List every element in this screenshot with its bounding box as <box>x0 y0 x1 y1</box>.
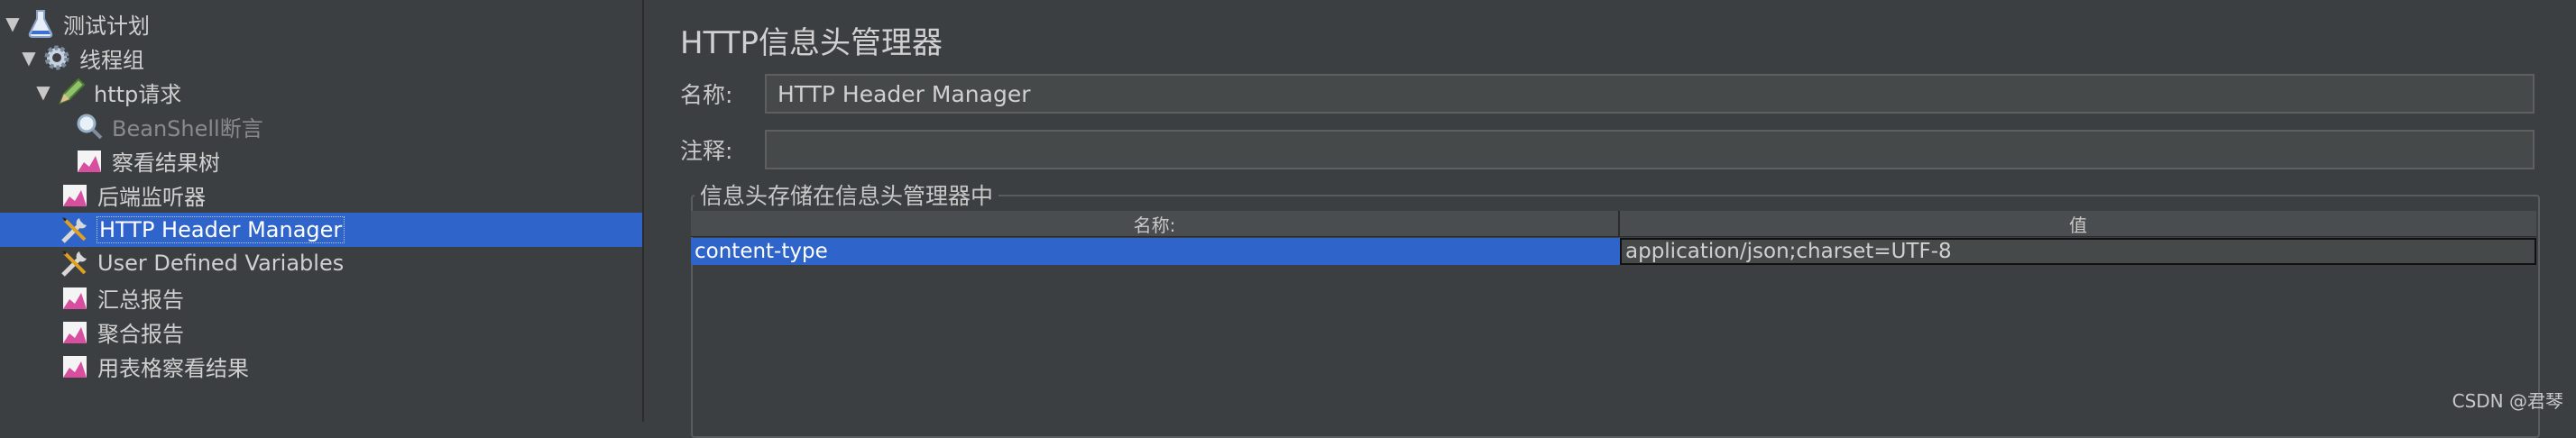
comment-label: 注释: <box>680 138 733 164</box>
tree-item-label: 线程组 <box>79 47 144 73</box>
flask-icon <box>25 8 56 39</box>
tree-item-label: User Defined Variables <box>97 251 345 276</box>
tree-item-label: HTTP Header Manager <box>96 216 345 243</box>
column-header-value[interactable]: 值 <box>1620 211 2536 236</box>
tree-item-user-defined-variables[interactable]: User Defined Variables <box>56 247 344 279</box>
tree-item-test-plan[interactable]: ▼ 测试计划 <box>4 7 150 40</box>
tree-item-label: 汇总报告 <box>97 287 184 313</box>
tree-item-beanshell-assertion[interactable]: BeanShell断言 <box>70 110 263 142</box>
table-row[interactable]: content-type application/json;charset=UT… <box>691 238 2536 265</box>
magnifier-icon <box>74 111 105 141</box>
expand-arrow-icon[interactable]: ▼ <box>34 81 52 103</box>
chart-listener-icon <box>60 316 90 347</box>
cell-header-name[interactable]: content-type <box>691 238 1620 265</box>
tree-item-label: 测试计划 <box>63 13 150 39</box>
chart-listener-icon <box>74 145 105 176</box>
comment-field[interactable] <box>765 130 2535 169</box>
tree-item-label: 用表格察看结果 <box>97 355 249 381</box>
tree-item-backend-listener[interactable]: 后端监听器 <box>56 178 206 211</box>
headers-table-header: 名称: 值 <box>691 211 2536 237</box>
tree-item-view-results-tree[interactable]: 察看结果树 <box>70 144 220 177</box>
column-header-name[interactable]: 名称: <box>691 211 1620 236</box>
name-field[interactable]: HTTP Header Manager <box>765 74 2535 114</box>
tree-item-http-header-manager[interactable]: HTTP Header Manager <box>56 214 345 246</box>
tree-item-aggregate-report[interactable]: 聚合报告 <box>56 315 184 348</box>
tree-item-label: 察看结果树 <box>112 150 220 176</box>
gear-icon <box>41 42 72 73</box>
chart-listener-icon <box>60 179 90 210</box>
group-title: 信息头存储在信息头管理器中 <box>695 178 999 211</box>
tree-item-label: BeanShell断言 <box>112 115 263 141</box>
cell-header-value[interactable]: application/json;charset=UTF-8 <box>1620 238 2536 265</box>
chart-listener-icon <box>60 282 90 313</box>
page-title: HTTP信息头管理器 <box>680 25 943 61</box>
tree-item-label: 后端监听器 <box>97 184 206 210</box>
name-label: 名称: <box>680 82 733 108</box>
expand-arrow-icon[interactable]: ▼ <box>4 13 22 34</box>
header-manager-panel: HTTP信息头管理器 名称: HTTP Header Manager 注释: 信… <box>644 0 2576 438</box>
watermark: CSDN @君琴 <box>2452 390 2563 412</box>
tree-item-label: http请求 <box>94 81 182 107</box>
sampler-pen-icon <box>56 77 87 107</box>
tree-item-http-request[interactable]: ▼ http请求 <box>34 76 181 108</box>
expand-arrow-icon[interactable]: ▼ <box>20 47 38 68</box>
tree-item-summary-report[interactable]: 汇总报告 <box>56 281 184 314</box>
tree-item-label: 聚合报告 <box>97 321 184 347</box>
tools-icon <box>60 214 90 245</box>
chart-listener-icon <box>60 351 90 381</box>
tree-item-thread-group[interactable]: ▼ 线程组 <box>20 41 144 74</box>
tools-icon <box>60 248 90 278</box>
tree-item-view-results-in-table[interactable]: 用表格察看结果 <box>56 350 249 382</box>
test-plan-tree[interactable]: ▼ 测试计划 ▼ 线程组 ▼ http请求 BeanShell断言 察看结果树 <box>0 0 644 422</box>
